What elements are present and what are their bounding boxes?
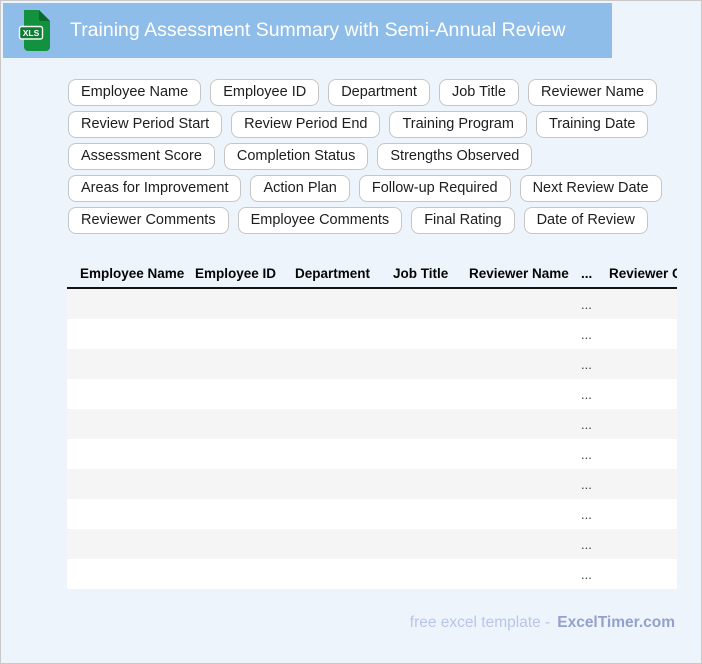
table-cell: ... <box>581 416 592 432</box>
xls-file-icon: XLS <box>18 10 50 51</box>
table-row: ... <box>67 379 677 409</box>
column-chip[interactable]: Department <box>328 79 430 106</box>
column-chip[interactable]: Training Date <box>535 111 649 138</box>
column-chip[interactable]: Review Period End <box>231 111 381 138</box>
column-chip[interactable]: Next Review Date <box>519 175 662 202</box>
table-row: ... <box>67 529 677 559</box>
title-bar: XLS Training Assessment Summary with Sem… <box>3 3 612 58</box>
column-chip[interactable]: Final Rating <box>411 207 515 234</box>
column-chip[interactable]: Job Title <box>438 79 519 106</box>
table-body: .............................. <box>67 289 677 589</box>
column-chip[interactable]: Completion Status <box>223 143 369 170</box>
page-title: Training Assessment Summary with Semi-An… <box>70 19 566 41</box>
table-header-cell: Employee ID <box>195 265 277 281</box>
table-header-row: Employee Name Employee ID Department Job Ti… <box>67 259 677 289</box>
column-chip[interactable]: Employee Comments <box>237 207 403 234</box>
footer-tagline: free excel template - <box>409 614 551 631</box>
column-chip[interactable]: Employee ID <box>210 79 320 106</box>
table-header-cell: Job Title <box>393 265 449 281</box>
page: XLS Training Assessment Summary with Sem… <box>0 0 702 664</box>
column-chip[interactable]: Reviewer Comments <box>68 207 229 234</box>
column-chip[interactable]: Date of Review <box>523 207 648 234</box>
table-row: ... <box>67 349 677 379</box>
column-chip[interactable]: Follow-up Required <box>358 175 511 202</box>
table-cell: ... <box>581 536 592 552</box>
table-cell: ... <box>581 356 592 372</box>
table-cell: ... <box>581 296 592 312</box>
table-cell: ... <box>581 326 592 342</box>
footer: free excel template - ExcelTimer.com <box>410 614 675 632</box>
table-header-cell: ... <box>581 265 593 281</box>
table-cell: ... <box>581 446 592 462</box>
table-row: ... <box>67 499 677 529</box>
table-row: ... <box>67 319 677 349</box>
table-row: ... <box>67 469 677 499</box>
table-row: ... <box>67 409 677 439</box>
table-cell: ... <box>581 476 592 492</box>
column-chip[interactable]: Review Period Start <box>68 111 223 138</box>
column-chips: Employee Name Employee ID Department Job Ti… <box>68 79 701 234</box>
column-chip[interactable]: Strengths Observed <box>377 143 533 170</box>
column-chip[interactable]: Areas for Improvement <box>68 175 242 202</box>
table-row: ... <box>67 559 677 589</box>
table-header-cell: Employee Name <box>80 265 185 281</box>
footer-brand-link[interactable]: ExcelTimer.com <box>557 614 675 632</box>
column-chip[interactable]: Action Plan <box>250 175 350 202</box>
column-chip[interactable]: Reviewer Name <box>527 79 658 106</box>
table-cell: ... <box>581 566 592 582</box>
column-chip[interactable]: Employee Name <box>68 79 202 106</box>
table-row: ... <box>67 439 677 469</box>
file-fold <box>39 10 50 21</box>
table-header-cell: Department <box>295 265 371 281</box>
table-header-cell: Reviewer Comments <box>609 265 677 281</box>
table-cell: ... <box>581 386 592 402</box>
column-chip[interactable]: Training Program <box>389 111 527 138</box>
preview-table: Employee Name Employee ID Department Job Ti… <box>67 259 677 589</box>
column-chip[interactable]: Assessment Score <box>68 143 215 170</box>
xls-badge-label: XLS <box>23 28 40 38</box>
table-cell: ... <box>581 506 592 522</box>
table-header-cell: Reviewer Name <box>469 265 569 281</box>
table-row: ... <box>67 289 677 319</box>
